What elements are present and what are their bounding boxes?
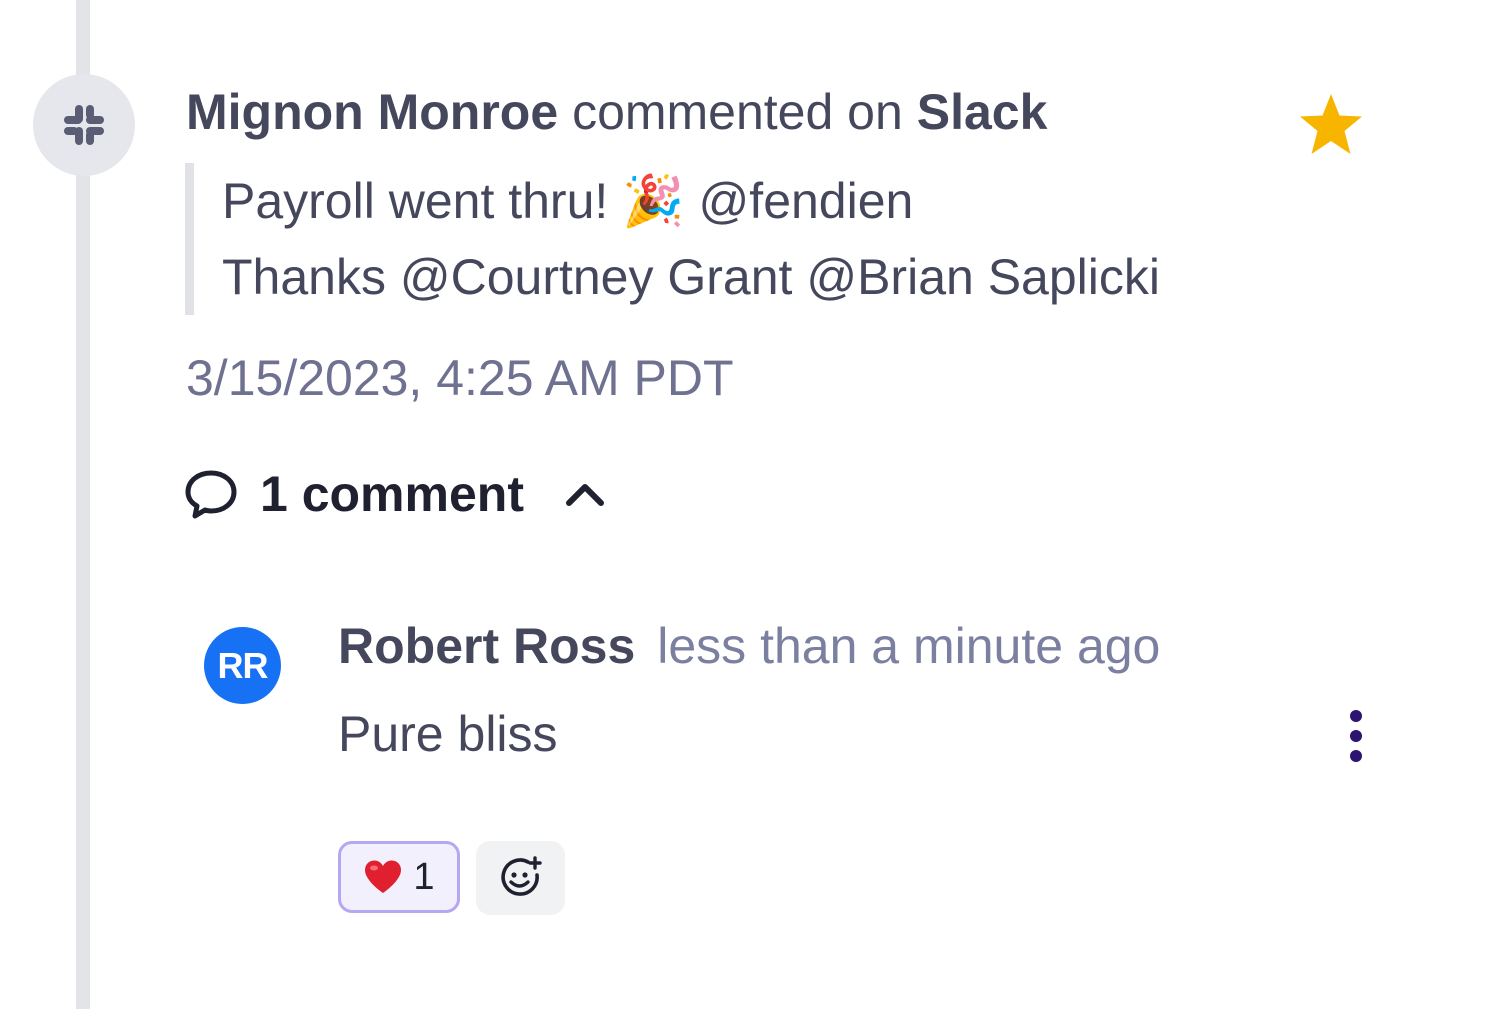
avatar[interactable]: RR bbox=[204, 627, 281, 704]
comment-count: 1 comment bbox=[260, 466, 524, 522]
add-reaction-button[interactable] bbox=[476, 841, 565, 915]
activity-feed: Mignon Monroe commented on Slack Payroll… bbox=[0, 0, 1486, 1009]
comments-toggle[interactable]: 1 comment bbox=[184, 462, 606, 526]
reaction-count: 1 bbox=[413, 855, 435, 898]
action-text: commented on bbox=[572, 84, 903, 140]
source-name: Slack bbox=[916, 84, 1048, 140]
chevron-up-icon[interactable] bbox=[564, 479, 606, 509]
star-icon[interactable] bbox=[1296, 90, 1366, 160]
activity-headline: Mignon Monroe commented on Slack bbox=[186, 82, 1047, 142]
slack-icon bbox=[64, 105, 104, 145]
message-line-1: Payroll went thru! 🎉 @fendien bbox=[222, 163, 1160, 239]
reply-text: Pure bliss bbox=[338, 706, 558, 762]
reply-time: less than a minute ago bbox=[657, 618, 1161, 674]
message-line-2: Thanks @Courtney Grant @Brian Saplicki bbox=[222, 249, 1160, 305]
heart-reaction-button[interactable]: 1 bbox=[338, 841, 460, 913]
comment-bubble-icon bbox=[185, 470, 237, 519]
reply-author: Robert Ross bbox=[338, 618, 636, 674]
mention: @fendien bbox=[698, 173, 914, 229]
party-popper-emoji: 🎉 bbox=[622, 173, 685, 229]
more-vertical-icon[interactable] bbox=[1334, 706, 1378, 768]
source-badge bbox=[33, 74, 135, 176]
heart-emoji-icon bbox=[365, 860, 402, 893]
activity-timestamp: 3/15/2023, 4:25 AM PDT bbox=[186, 350, 734, 406]
message-text: Payroll went thru! bbox=[222, 173, 609, 229]
reply-header: Robert Ross less than a minute ago bbox=[338, 616, 1160, 676]
actor-name: Mignon Monroe bbox=[186, 84, 559, 140]
add-emoji-icon bbox=[500, 856, 542, 896]
message-quote: Payroll went thru! 🎉 @fendien Thanks @Co… bbox=[185, 163, 1160, 315]
